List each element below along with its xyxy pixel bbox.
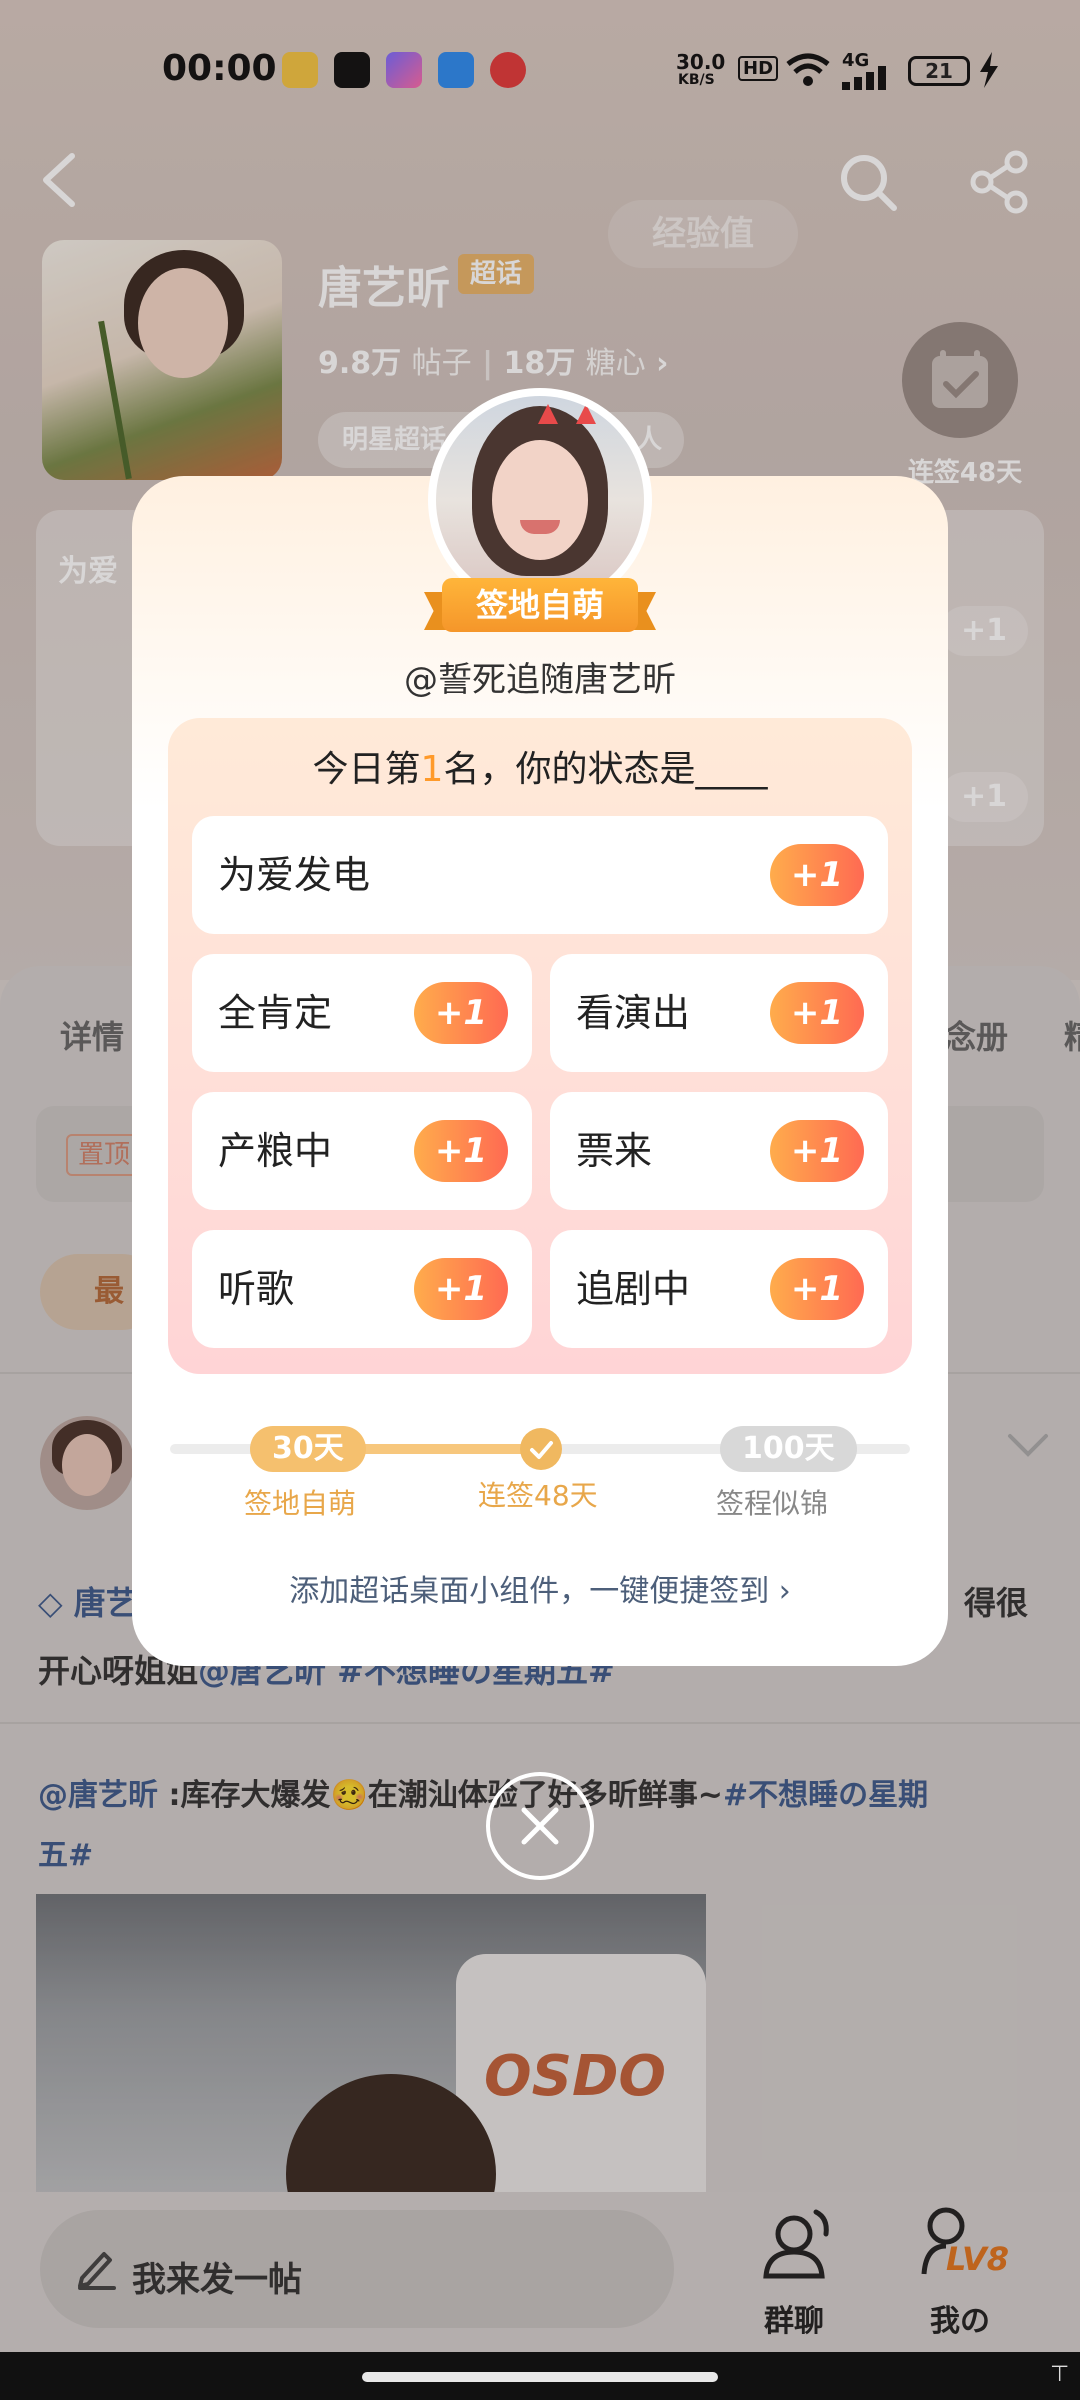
check-icon <box>530 1441 553 1459</box>
plus-one-button[interactable]: +1 <box>414 1120 508 1182</box>
status-option[interactable]: 看演出 +1 <box>550 954 888 1072</box>
plus-one-button[interactable]: +1 <box>414 982 508 1044</box>
chevron-right-icon: › <box>778 1574 791 1609</box>
status-option[interactable]: 全肯定 +1 <box>192 954 532 1072</box>
status-option[interactable]: 追剧中 +1 <box>550 1230 888 1348</box>
badge-ribbon: 签地自萌 <box>424 578 656 638</box>
status-option-label: 追剧中 <box>576 1267 691 1311</box>
milestone-100-label: 签程似锦 <box>716 1487 829 1520</box>
status-question-prefix: 今日第 <box>312 749 421 790</box>
status-option-label: 产粮中 <box>218 1129 333 1173</box>
status-question: 今日第1名，你的状态是____ <box>168 740 912 792</box>
status-option[interactable]: 票来 +1 <box>550 1092 888 1210</box>
home-indicator[interactable] <box>362 2372 718 2382</box>
close-icon <box>521 1807 559 1845</box>
corner-icon: ⊤ <box>1050 2362 1070 2387</box>
avatar-photo <box>436 396 644 604</box>
avatar-face-shape <box>492 440 588 560</box>
milestone-30-days: 30天 <box>250 1426 366 1472</box>
add-widget-link[interactable]: 添加超话桌面小组件，一键便捷签到 › <box>132 1566 948 1610</box>
status-option-label: 票来 <box>576 1129 653 1173</box>
plus-one-button[interactable]: +1 <box>414 1258 508 1320</box>
badge-label: 签地自萌 <box>442 578 638 632</box>
status-option-label: 全肯定 <box>218 991 333 1035</box>
add-widget-label: 添加超话桌面小组件，一键便捷签到 <box>289 1574 770 1609</box>
devil-horn-shape <box>538 404 558 424</box>
username: @誓死追随唐艺昕 <box>404 660 676 700</box>
close-button[interactable] <box>486 1772 594 1880</box>
plus-one-button[interactable]: +1 <box>770 1258 864 1320</box>
status-option-label: 听歌 <box>218 1267 295 1311</box>
current-streak-label: 连签48天 <box>478 1479 598 1512</box>
status-option[interactable]: 产粮中 +1 <box>192 1092 532 1210</box>
status-question-suffix: 名，你的状态是____ <box>443 749 768 790</box>
devil-horn-shape <box>576 404 596 424</box>
status-option[interactable]: 为爱发电 +1 <box>192 816 888 934</box>
status-option-label: 为爱发电 <box>218 853 371 897</box>
status-option[interactable]: 听歌 +1 <box>192 1230 532 1348</box>
current-streak-marker <box>520 1428 562 1470</box>
status-option-label: 看演出 <box>576 991 691 1035</box>
plus-one-button[interactable]: +1 <box>770 1120 864 1182</box>
plus-one-button[interactable]: +1 <box>770 982 864 1044</box>
milestone-100-days: 100天 <box>720 1426 857 1472</box>
plus-one-button[interactable]: +1 <box>770 844 864 906</box>
milestone-30-label: 签地自萌 <box>244 1487 357 1520</box>
daily-rank-number: 1 <box>420 749 444 790</box>
